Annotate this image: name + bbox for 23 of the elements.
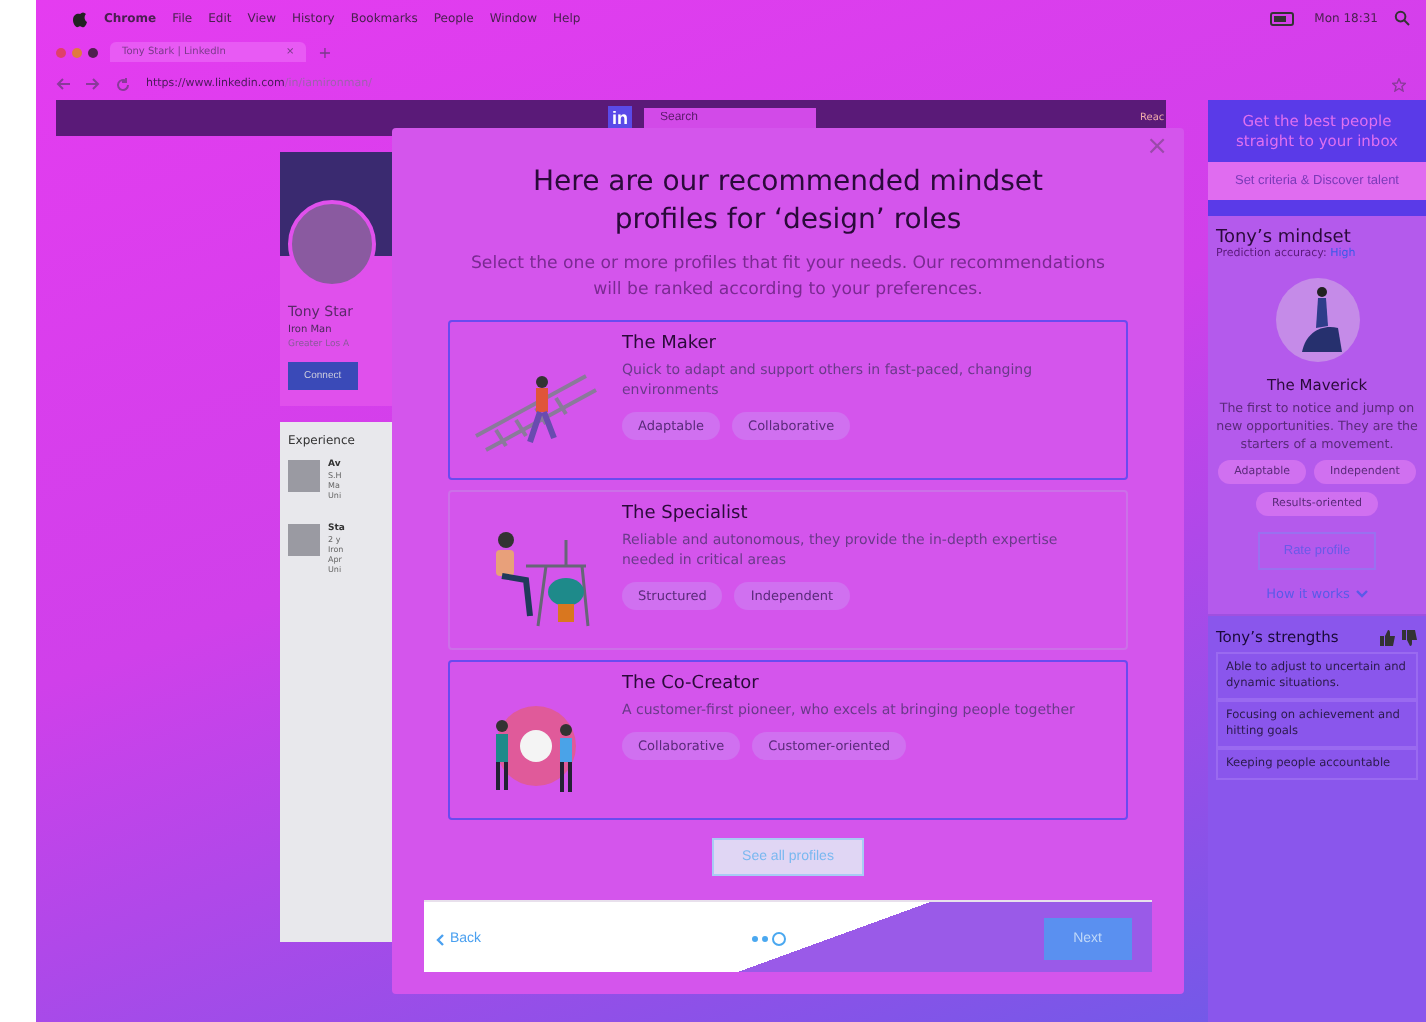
battery-icon[interactable] — [1270, 11, 1299, 25]
thumbs-up-icon[interactable] — [1380, 629, 1396, 645]
logo-icon[interactable]: in — [608, 106, 632, 130]
chevron-left-icon — [436, 933, 444, 945]
window-controls-icon[interactable] — [56, 47, 98, 57]
modal-subtitle: Select the one or more profiles that fit your needs. Our recommendations will be ranked according to your preferences. — [468, 252, 1108, 304]
profile-title: The Co-Creator — [622, 674, 761, 694]
company-logo-icon — [288, 524, 320, 556]
profile-title: The Maker — [622, 334, 719, 354]
modal-title: Here are our recommended mindset profiles for ‘design’ roles — [531, 164, 1045, 240]
chevron-down-icon — [1355, 590, 1368, 598]
panel-heading: Tony’s mindset — [1216, 228, 1351, 248]
reload-icon[interactable] — [116, 77, 130, 91]
person-on-rock-drawing — [1273, 276, 1361, 364]
search-icon[interactable] — [1394, 10, 1410, 26]
star-icon[interactable] — [1392, 77, 1406, 91]
profile-title: The Specialist — [622, 504, 750, 524]
forward-arrow-icon[interactable] — [86, 78, 100, 90]
company-logo-icon — [288, 460, 320, 492]
new-tab-button[interactable]: + — [318, 43, 332, 61]
thumbs-down-icon[interactable] — [1402, 629, 1418, 645]
back-arrow-icon[interactable] — [56, 78, 70, 90]
apple-icon[interactable] — [72, 9, 88, 27]
